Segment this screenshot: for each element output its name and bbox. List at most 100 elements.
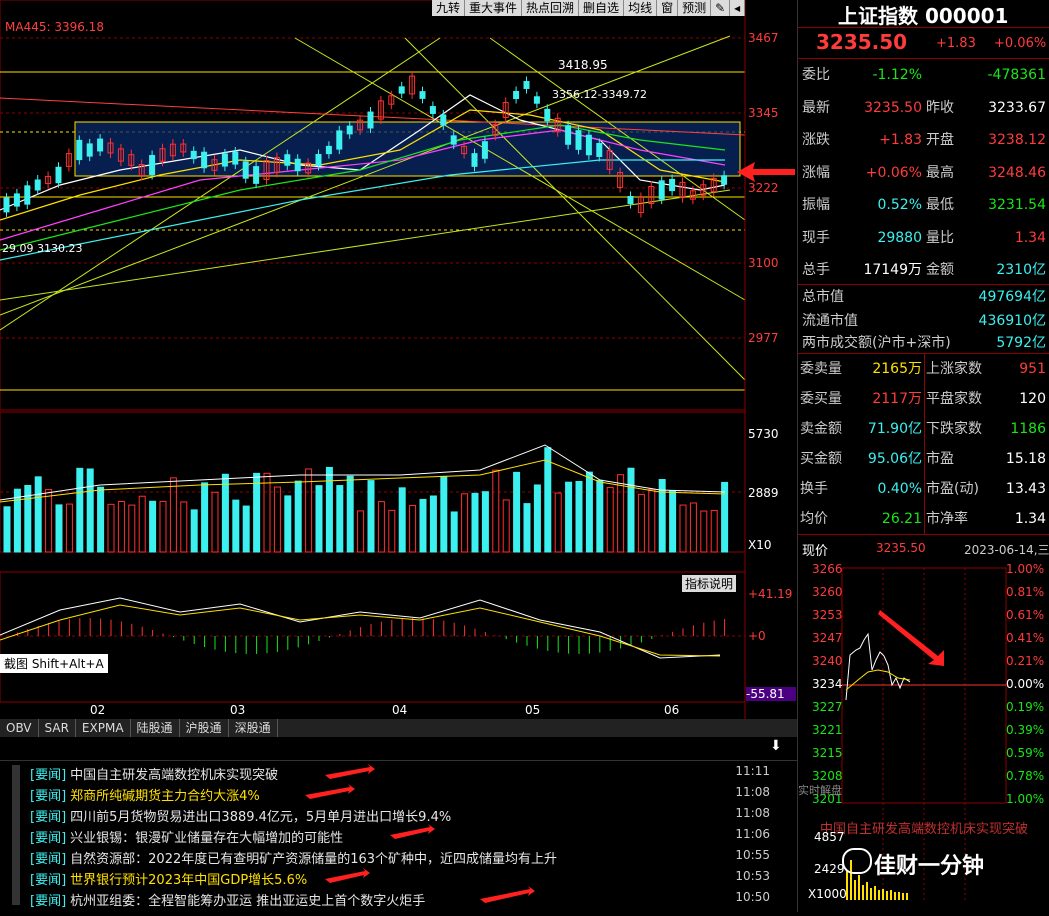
news-scrollbar[interactable] [12, 765, 20, 905]
news-tag: [要闻] [30, 810, 67, 825]
stat-value: 15.18 [1005, 451, 1046, 467]
float-market-cap-value: 436910亿 [978, 313, 1046, 329]
tab-lugutong[interactable]: 陆股通 [131, 719, 180, 737]
quote-value: -478361 [987, 67, 1047, 83]
volume-bar [138, 495, 146, 553]
stat-value: 2117万 [872, 391, 922, 407]
volume-bar [492, 469, 500, 553]
indicator-tabs: OBV SAR EXPMA 陆股通 沪股通 深股通 [0, 719, 797, 737]
volume-bar [398, 487, 406, 553]
toolbar-jiuzhuan[interactable]: 九转 [432, 0, 466, 16]
turnover-label: 两市成交额(沪市+深市) [802, 335, 951, 351]
quote-value: 3238.12 [988, 132, 1046, 148]
candle-body [325, 145, 332, 155]
month-label-4: 05 [525, 703, 541, 717]
tab-shengutong[interactable]: 深股通 [229, 719, 278, 737]
realtime-commentary[interactable]: 实时解盘 [798, 782, 842, 798]
mini-left-tick: 3215 [812, 746, 843, 760]
toolbar-major-events[interactable]: 重大事件 [465, 0, 523, 16]
volume-bar [232, 499, 240, 553]
volume-bar [637, 493, 645, 553]
candle-body [596, 143, 603, 157]
quote-value: 17149万 [863, 262, 922, 278]
candle-body [149, 155, 156, 175]
stat-label: 市净率 [926, 511, 968, 527]
candle-body [97, 138, 104, 152]
quote-label: 量比 [926, 229, 954, 246]
news-tag: [要闻] [30, 789, 67, 804]
candlestick-chart-svg[interactable] [0, 0, 797, 740]
mini-price-label: 现价 [802, 544, 829, 559]
quote-label: 金额 [926, 262, 954, 278]
toolbar-hot-review[interactable]: 热点回溯 [522, 0, 580, 16]
float-market-cap-label: 流通市值 [802, 313, 858, 329]
tab-expma[interactable]: EXPMA [76, 719, 131, 737]
stat-label: 卖金额 [800, 421, 842, 437]
indicator-help-button[interactable]: 指标说明 [682, 575, 737, 592]
mini-vol-tick-3: X1000 [808, 887, 847, 901]
mini-right-tick: 0.41% [1006, 631, 1045, 645]
mini-left-tick: 3240 [812, 654, 843, 668]
draw-tool-icon[interactable]: ✎ [711, 0, 731, 16]
stat-label: 市盈(动) [926, 481, 979, 497]
volume-bar [596, 479, 604, 553]
volume-bar [700, 510, 708, 553]
intraday-chart[interactable]: 3266 3260 3253 3247 3240 3234 3227 3221 3215 3208… [798, 560, 1049, 912]
back-icon[interactable]: ◂ [730, 0, 746, 16]
price-tick-4: 3100 [748, 256, 779, 270]
mini-left-tick: 3260 [812, 585, 843, 599]
volume-bar [107, 503, 115, 553]
stat-label: 买金额 [800, 451, 842, 467]
news-time: 11:08 [735, 806, 770, 820]
candle-body [627, 195, 634, 205]
quote-label: 委比 [802, 67, 830, 83]
macd-tick-2: +0 [748, 629, 766, 643]
mini-right-tick: 0.61% [1006, 608, 1045, 622]
volume-bar [388, 509, 396, 553]
watermark: 佳财一分钟 [874, 854, 985, 879]
candle-body [336, 130, 343, 150]
mini-date: 2023-06-14,三 [964, 543, 1049, 557]
tab-obv[interactable]: OBV [0, 719, 39, 737]
kline-chart[interactable]: MA445: 3396.18 3467 3345 3222 3100 2977 … [0, 0, 797, 754]
volume-bar [409, 504, 417, 553]
candle-body [450, 135, 457, 145]
volume-bar [377, 501, 385, 553]
candle-body [565, 125, 572, 145]
tab-sar[interactable]: SAR [39, 719, 76, 737]
arrow-pointer [737, 162, 795, 182]
volume-bar [76, 467, 84, 553]
candle-body [86, 143, 93, 157]
quote-value: 2310亿 [996, 262, 1046, 278]
quote-label: 开盘 [926, 132, 954, 148]
quote-label: 总手 [802, 262, 830, 278]
volume-bar [336, 485, 344, 553]
mini-vol-tick-1: 4857 [814, 830, 845, 844]
volume-bar [190, 509, 198, 553]
candle-body [575, 130, 582, 150]
volume-bar [169, 477, 177, 553]
tab-hugutong[interactable]: 沪股通 [180, 719, 229, 737]
price-change: +1.83 [936, 36, 976, 51]
wechat-icon [842, 848, 872, 874]
download-icon[interactable]: ⬇ [770, 738, 782, 754]
volume-bar [689, 502, 697, 553]
toolbar-ma[interactable]: 均线 [624, 0, 658, 16]
volume-bar [502, 499, 510, 553]
news-time: 10:55 [735, 848, 770, 862]
candle-body [190, 150, 197, 160]
annotation-arrows [305, 764, 535, 903]
quote-value: 3233.67 [988, 99, 1046, 116]
volume-bar [253, 472, 261, 553]
toolbar-window[interactable]: 窗 [657, 0, 679, 16]
volume-bar [585, 471, 593, 553]
quote-value: 0.52% [877, 197, 922, 213]
volume-tick-1: 5730 [748, 427, 779, 441]
mini-vol-tick-2: 2429 [814, 862, 845, 876]
mini-right-tick: 0.00% [1006, 677, 1045, 691]
toolbar-remove-watchlist[interactable]: 删自选 [579, 0, 625, 16]
total-market-cap-value: 497694亿 [978, 289, 1046, 305]
toolbar-forecast[interactable]: 预测 [678, 0, 712, 16]
volume-bar [346, 475, 354, 553]
volume-bar [221, 473, 229, 553]
